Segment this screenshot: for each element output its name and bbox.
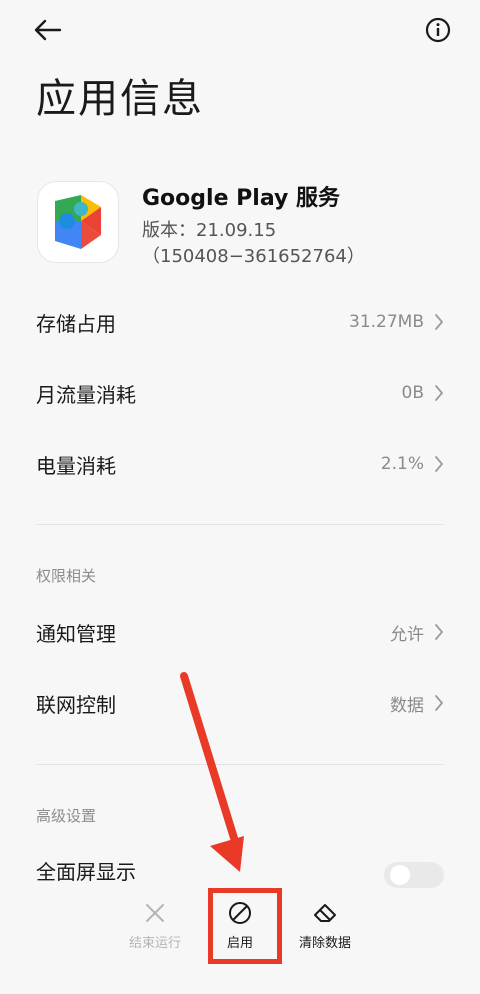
row-value: 0B [401, 383, 424, 403]
highlight-box [208, 888, 282, 964]
chevron-right-icon [432, 454, 446, 474]
page-title: 应用信息 [36, 76, 204, 122]
eraser-icon [310, 898, 340, 928]
stop-button[interactable]: 结束运行 [110, 898, 200, 968]
app-build-number: （150408−361652764） [142, 246, 365, 267]
app-icon-tile [38, 182, 118, 262]
row-label: 全面屏显示 [36, 859, 136, 884]
row-value: 31.27MB [349, 312, 424, 332]
row-network-control[interactable]: 联网控制 数据 [36, 675, 446, 731]
fullscreen-toggle[interactable] [384, 862, 444, 888]
clear-data-button[interactable]: 清除数据 [280, 898, 370, 968]
row-label: 月流量消耗 [36, 382, 136, 407]
row-monthly-data[interactable]: 月流量消耗 0B [36, 365, 446, 421]
top-bar [0, 0, 480, 60]
row-battery[interactable]: 电量消耗 2.1% [36, 436, 446, 492]
app-header: Google Play 服务 版本：21.09.15 （150408−36165… [38, 180, 448, 270]
info-icon [425, 17, 451, 43]
section-title-permissions: 权限相关 [36, 567, 97, 585]
row-fullscreen-display[interactable]: 全面屏显示 [36, 842, 376, 898]
toggle-knob [390, 865, 410, 885]
stop-button-label: 结束运行 [128, 936, 181, 951]
row-value: 允许 [390, 624, 424, 645]
chevron-right-icon [432, 622, 446, 642]
row-storage[interactable]: 存储占用 31.27MB [36, 294, 446, 350]
row-label: 通知管理 [36, 621, 116, 646]
row-label: 联网控制 [36, 692, 116, 717]
back-button[interactable] [28, 14, 68, 46]
back-arrow-icon [34, 19, 62, 41]
clear-data-button-label: 清除数据 [298, 936, 351, 951]
row-label: 存储占用 [36, 311, 116, 336]
chevron-right-icon [432, 312, 446, 332]
app-name: Google Play 服务 [142, 186, 340, 211]
app-version: 版本：21.09.15 [142, 220, 277, 241]
chevron-right-icon [432, 693, 446, 713]
row-label: 电量消耗 [36, 453, 116, 478]
divider [36, 764, 444, 765]
chevron-right-icon [432, 383, 446, 403]
info-button[interactable] [422, 14, 454, 46]
row-value: 数据 [390, 695, 424, 716]
row-value: 2.1% [380, 454, 424, 474]
row-notification-management[interactable]: 通知管理 允许 [36, 604, 446, 660]
divider [36, 524, 444, 525]
section-title-advanced: 高级设置 [36, 807, 97, 825]
close-icon [140, 898, 170, 928]
google-play-services-icon [55, 195, 101, 249]
